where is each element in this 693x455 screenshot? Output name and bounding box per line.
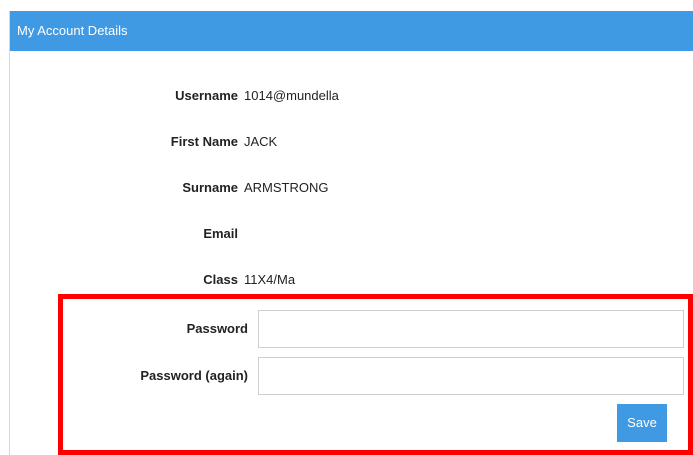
username-label: Username (175, 88, 238, 103)
class-label: Class (203, 272, 238, 287)
detail-row-email: Email (0, 224, 684, 244)
surname-value: ARMSTRONG (244, 180, 329, 195)
detail-row-first-name: First Name JACK (0, 132, 684, 152)
first-name-label: First Name (170, 134, 238, 149)
class-value: 11X4/Ma (244, 272, 296, 287)
detail-row-username: Username 1014@mundella (0, 86, 684, 106)
email-label: Email (203, 226, 238, 241)
surname-label: Surname (182, 180, 238, 195)
first-name-value: JACK (244, 134, 278, 149)
username-value: 1014@mundella (244, 88, 339, 103)
detail-row-class: Class 11X4/Ma (0, 270, 684, 290)
highlight-box (58, 294, 693, 455)
detail-row-surname: Surname ARMSTRONG (0, 178, 684, 198)
panel-title: My Account Details (10, 11, 693, 51)
